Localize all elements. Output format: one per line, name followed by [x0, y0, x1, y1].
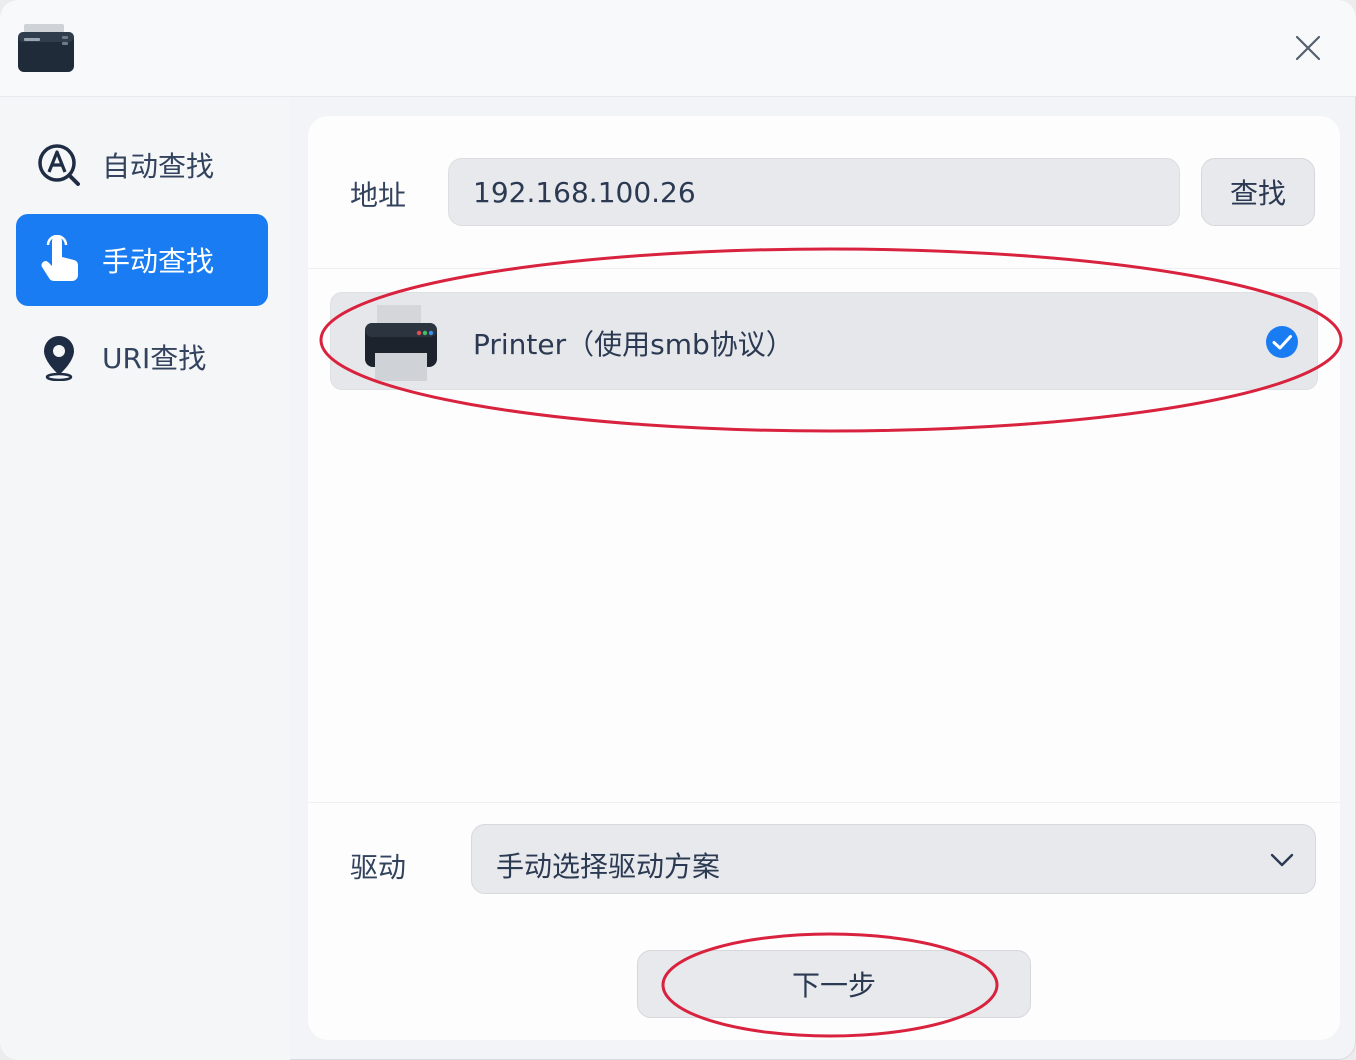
sidebar-item-label: 手动查找 [102, 245, 215, 278]
printer-list-item[interactable]: Printer（使用smb协议） [330, 292, 1318, 390]
main-panel: 地址 192.168.100.26 查找 Printer（使用smb协议） 驱动… [308, 116, 1340, 1040]
chevron-down-icon [1270, 853, 1294, 867]
printer-icon [361, 303, 441, 381]
printer-app-icon [16, 20, 76, 76]
checkmark-icon [1265, 325, 1299, 359]
sidebar-item-label: 自动查找 [102, 150, 215, 183]
title-bar [0, 0, 1356, 97]
address-input[interactable]: 192.168.100.26 [448, 158, 1180, 226]
sidebar-item-uri-find[interactable]: URI查找 [16, 311, 268, 403]
hand-pointer-icon [34, 235, 84, 285]
divider [308, 268, 1340, 269]
driver-select-value: 手动选择驱动方案 [496, 850, 721, 883]
location-pin-icon [34, 332, 84, 382]
close-button[interactable] [1286, 26, 1330, 70]
sidebar: 自动查找 手动查找 URI查找 [0, 97, 290, 1060]
sidebar-item-auto-find[interactable]: 自动查找 [16, 119, 268, 211]
address-label: 地址 [350, 179, 407, 212]
find-button[interactable]: 查找 [1201, 158, 1315, 226]
printer-name: Printer（使用smb协议） [473, 328, 794, 361]
address-value: 192.168.100.26 [473, 175, 696, 209]
next-button[interactable]: 下一步 [637, 950, 1031, 1018]
divider [308, 802, 1340, 803]
close-icon [1295, 35, 1321, 61]
driver-label: 驱动 [350, 851, 407, 884]
sidebar-item-manual-find[interactable]: 手动查找 [16, 214, 268, 306]
auto-find-icon [34, 140, 84, 190]
driver-select[interactable]: 手动选择驱动方案 [471, 824, 1316, 894]
sidebar-item-label: URI查找 [102, 342, 207, 375]
add-printer-dialog: 自动查找 手动查找 URI查找 地址 192.168.100.26 查找 Pri… [0, 0, 1356, 1060]
